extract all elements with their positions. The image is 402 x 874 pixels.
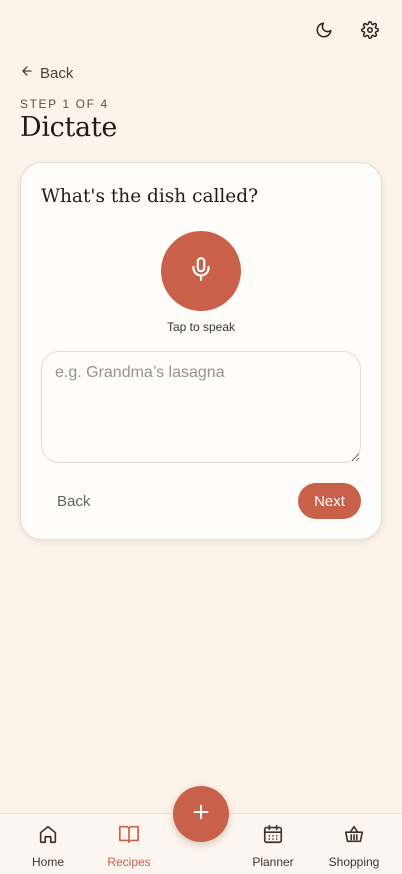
dish-name-input[interactable] (41, 351, 361, 463)
nav-label-shopping: Shopping (328, 855, 380, 869)
nav-label-recipes: Recipes (107, 855, 151, 869)
question-heading: What's the dish called? (41, 186, 259, 207)
nav-label-home: Home (31, 855, 64, 869)
gear-icon[interactable] (358, 18, 382, 42)
nav-item-planner[interactable]: Planner (233, 814, 313, 874)
calendar-icon (262, 814, 284, 850)
nav-item-shopping[interactable]: Shopping (314, 814, 394, 874)
mic-caption: Tap to speak (166, 320, 236, 334)
book-icon (118, 814, 140, 850)
arrow-left-icon (20, 64, 34, 82)
home-icon (37, 814, 59, 850)
back-link[interactable]: Back (20, 64, 73, 82)
back-link-label: Back (40, 64, 74, 82)
dictate-card: What's the dish called? Tap to speak Bac… (20, 162, 382, 540)
dictate-screen: Back STEP 1 OF 4 Dictate What's the dish… (0, 0, 402, 874)
step-indicator: STEP 1 OF 4 (20, 97, 109, 111)
basket-icon (343, 814, 365, 850)
top-icons (312, 18, 382, 42)
page-title: Dictate (20, 112, 118, 143)
nav-item-recipes[interactable]: Recipes (89, 814, 169, 874)
add-recipe-button[interactable] (173, 786, 229, 842)
next-button[interactable]: Next (298, 483, 361, 519)
nav-item-home[interactable]: Home (8, 814, 88, 874)
plus-icon (190, 801, 212, 828)
microphone-button[interactable] (161, 231, 241, 311)
moon-icon[interactable] (312, 18, 336, 42)
microphone-icon (188, 256, 214, 287)
back-button[interactable]: Back (57, 493, 90, 510)
nav-label-planner: Planner (252, 855, 294, 869)
